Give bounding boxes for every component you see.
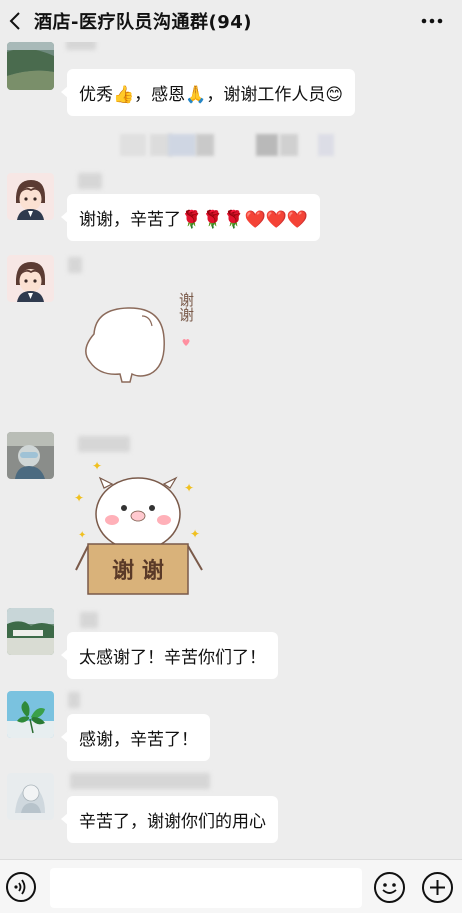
sender-name (78, 436, 130, 452)
message-input[interactable] (50, 868, 362, 908)
sender-name (68, 257, 82, 273)
message-list[interactable]: 优秀👍，感恩🙏，谢谢工作人员😊 谢谢，辛苦了🌹🌹🌹❤️❤️❤️ 谢谢 ✦ ✦ ✦… (0, 42, 462, 859)
svg-text:✦: ✦ (190, 527, 200, 541)
message-bubble[interactable]: 辛苦了，谢谢你们的用心 (61, 796, 278, 843)
message-bubble[interactable]: 太感谢了！辛苦你们了！ (61, 632, 278, 679)
sender-name (78, 173, 102, 189)
avatar[interactable] (7, 173, 54, 220)
voice-icon (14, 879, 26, 895)
avatar[interactable] (7, 255, 54, 302)
message-text: 太感谢了！辛苦你们了！ (79, 648, 266, 668)
more-button[interactable] (414, 0, 450, 42)
avatar[interactable] (7, 691, 54, 738)
message-text: 辛苦了，谢谢你们的用心 (79, 812, 266, 832)
sticker[interactable]: ✦ ✦ ✦ ✦ ✦ 谢 谢 (70, 458, 210, 598)
chat-header: 酒店-医疗队员沟通群(94) (0, 0, 462, 42)
input-bar (0, 859, 462, 913)
message-bubble[interactable]: 感谢，辛苦了！ (61, 714, 210, 761)
sticker-box-text: 谢 谢 (112, 558, 164, 584)
message-bubble[interactable]: 优秀👍，感恩🙏，谢谢工作人员😊 (60, 69, 356, 116)
avatar[interactable] (7, 773, 54, 820)
svg-text:✦: ✦ (74, 491, 84, 505)
svg-text:✦: ✦ (78, 530, 86, 541)
avatar[interactable] (7, 42, 54, 90)
message-text: 优秀👍，感恩🙏，谢谢工作人员😊 (79, 85, 344, 105)
chat-title: 酒店-医疗队员沟通群(94) (34, 12, 252, 33)
smiley-icon (382, 883, 397, 894)
message-bubble[interactable]: 谢谢，辛苦了🌹🌹🌹❤️❤️❤️ (60, 194, 321, 241)
svg-text:✦: ✦ (92, 459, 102, 473)
sticker-caption: 谢谢 (177, 292, 195, 322)
message-text: 感谢，辛苦了！ (79, 730, 198, 750)
plus-icon (430, 880, 445, 895)
sender-name (70, 773, 210, 789)
back-button[interactable] (0, 0, 30, 42)
avatar[interactable] (7, 432, 54, 479)
avatar[interactable] (7, 608, 54, 655)
sticker[interactable]: 谢谢 (72, 286, 212, 416)
more-functions-button[interactable] (422, 872, 453, 903)
sender-name (68, 692, 80, 708)
message-text: 谢谢，辛苦了🌹🌹🌹❤️❤️❤️ (79, 210, 309, 230)
svg-text:✦: ✦ (184, 481, 194, 495)
system-notice (120, 134, 350, 156)
emoji-button[interactable] (374, 872, 405, 903)
chevron-left-icon (9, 12, 20, 30)
sender-name (80, 612, 98, 628)
more-icon (421, 18, 443, 24)
voice-button[interactable] (6, 872, 36, 902)
sender-name (66, 42, 96, 50)
